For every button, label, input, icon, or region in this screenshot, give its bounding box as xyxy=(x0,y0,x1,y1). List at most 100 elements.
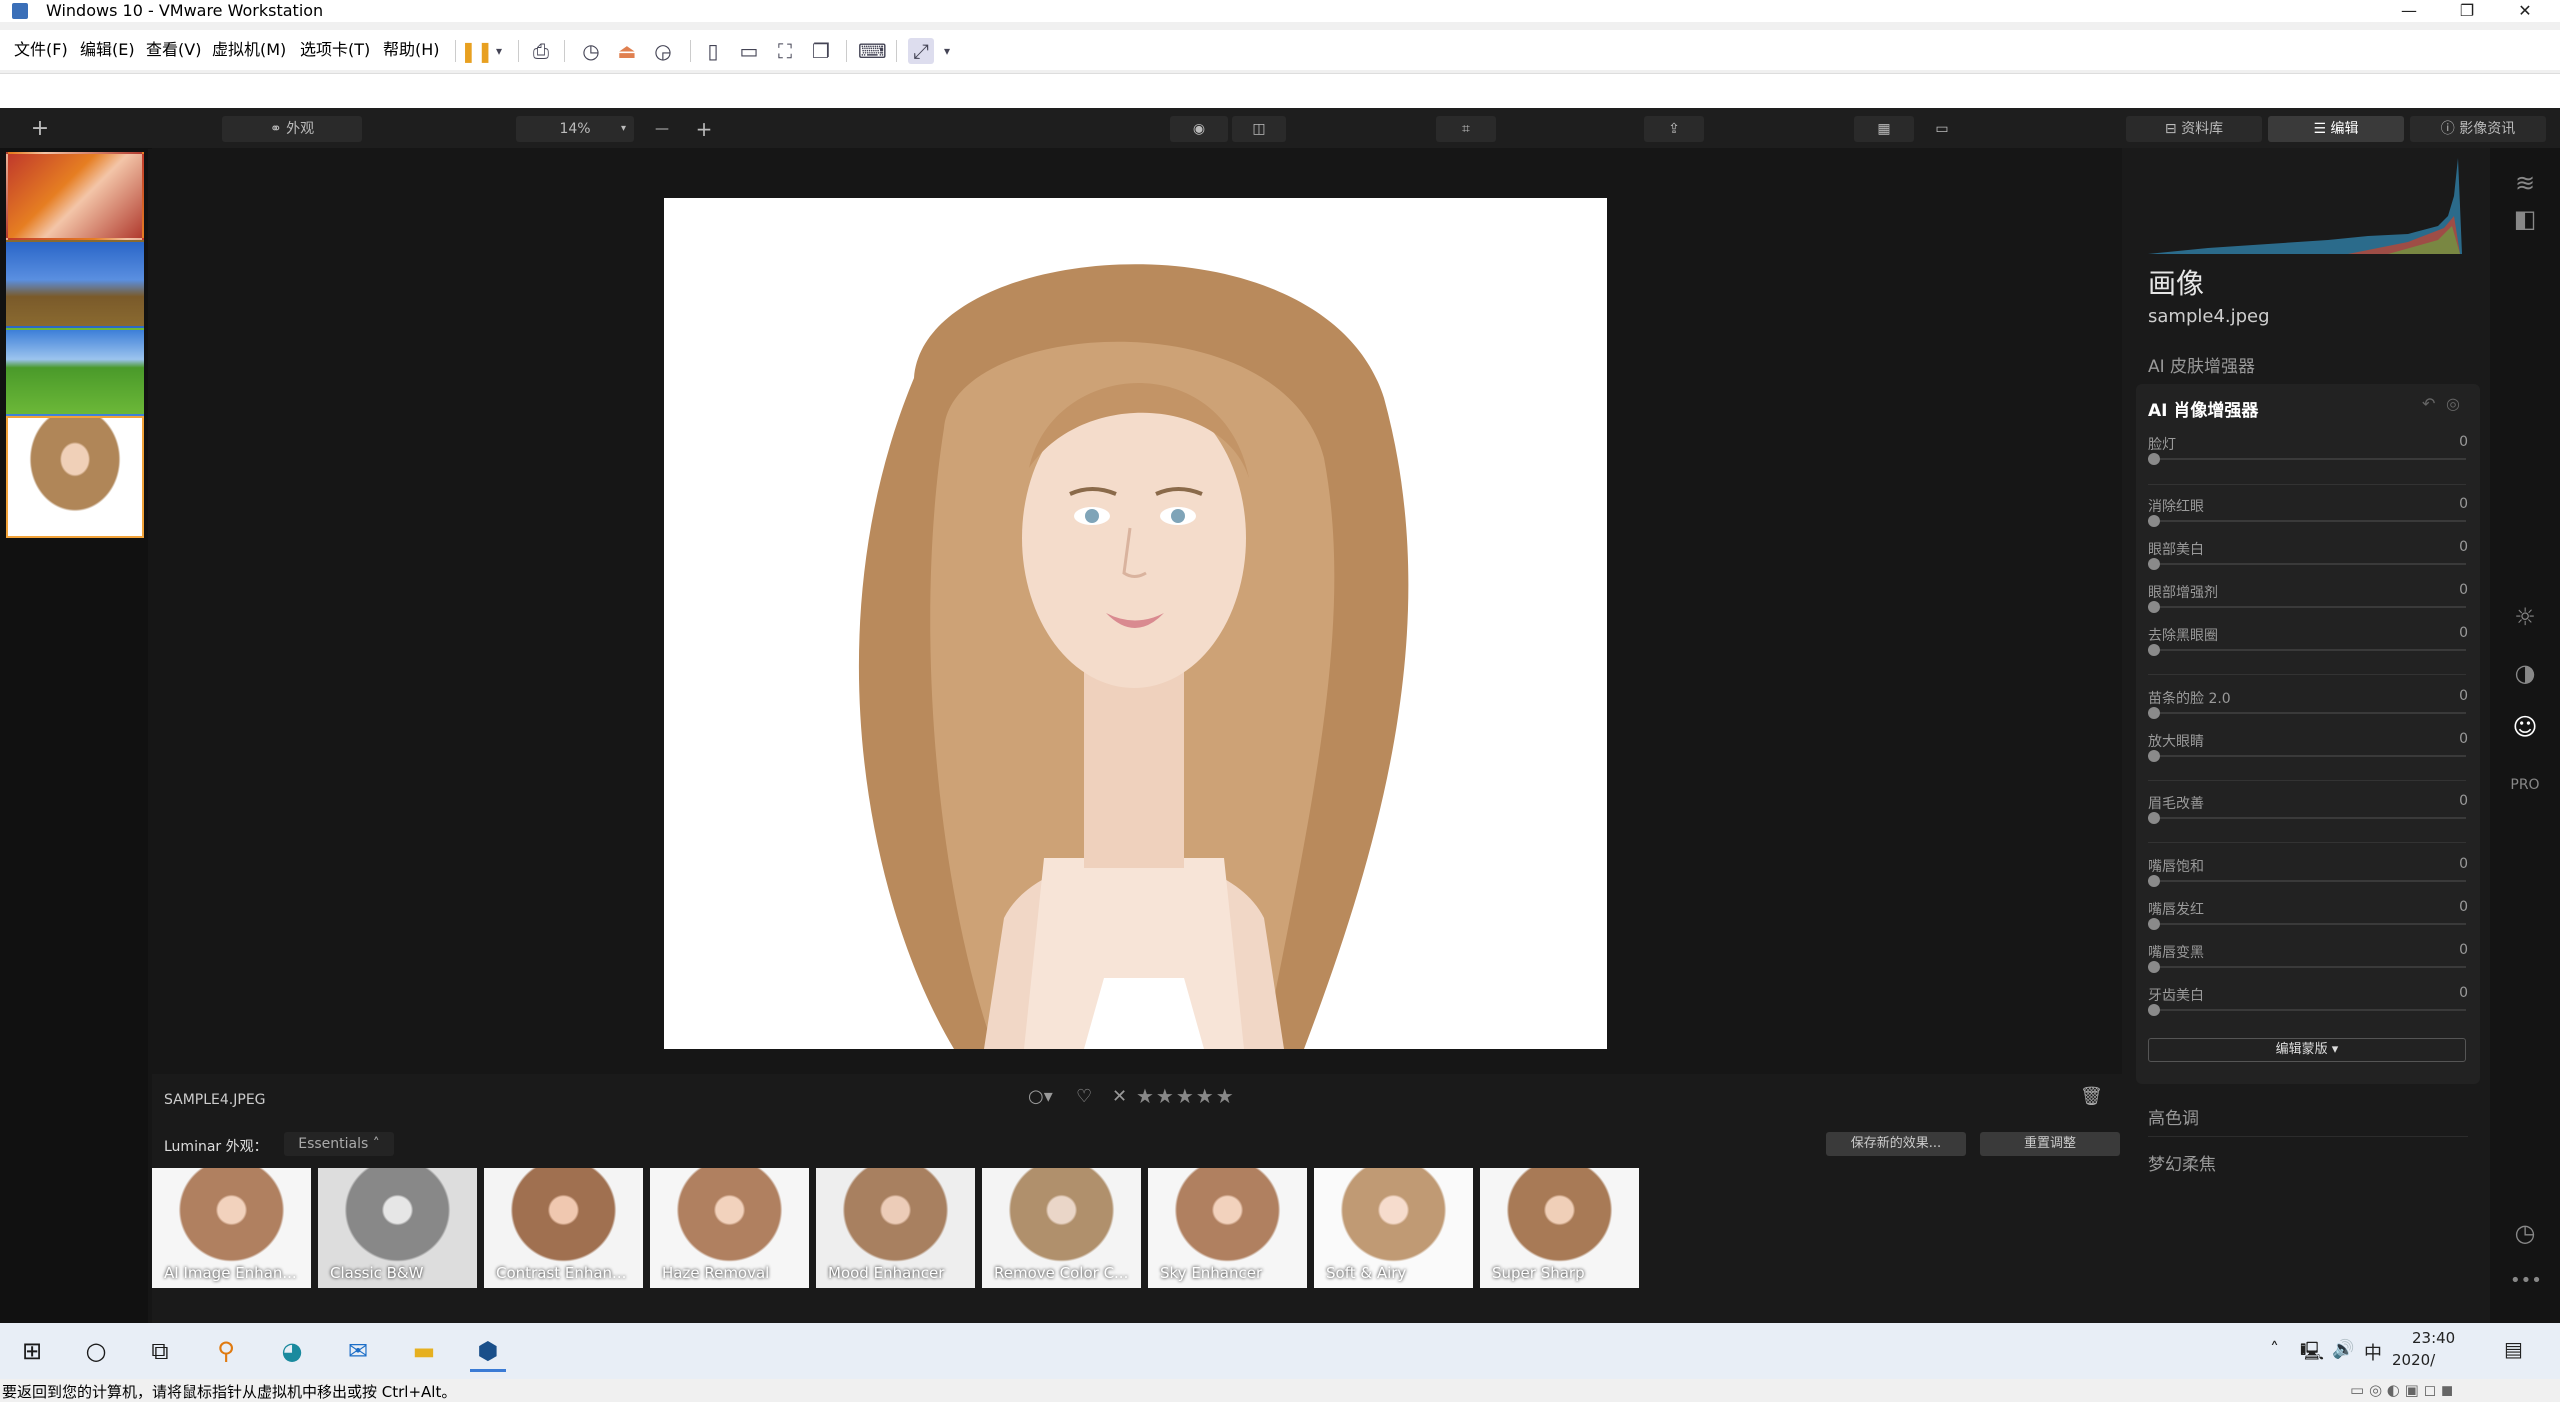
compare-button[interactable]: ◫ xyxy=(1232,116,1286,142)
look-preset-2[interactable]: Classic B&W xyxy=(318,1168,477,1288)
tool-dreamy[interactable]: 梦幻柔焦 xyxy=(2148,1150,2216,1175)
slider-knob[interactable] xyxy=(2148,453,2160,465)
menu-tabs[interactable]: 选项卡(T) xyxy=(300,40,370,60)
look-preset-4[interactable]: Haze Removal xyxy=(650,1168,809,1288)
slider-knob[interactable] xyxy=(2148,1004,2160,1016)
slider-dark-circles[interactable]: 去除黑眼圈 0 xyxy=(2148,625,2468,665)
slider-knob[interactable] xyxy=(2148,812,2160,824)
zoom-out-button[interactable]: — xyxy=(644,116,680,142)
undo-icon[interactable]: ↶ xyxy=(2422,394,2435,413)
look-preset-8[interactable]: Soft & Airy xyxy=(1314,1168,1473,1288)
console-icon[interactable]: ⌨ xyxy=(858,38,887,64)
look-preset-9[interactable]: Super Sharp xyxy=(1480,1168,1639,1288)
layers-icon[interactable]: ≋ xyxy=(2510,168,2540,198)
menu-view[interactable]: 查看(V) xyxy=(146,40,201,60)
preview-eye-button[interactable]: ◉ xyxy=(1170,116,1228,142)
slider-face-light[interactable]: 脸灯 0 xyxy=(2148,434,2468,474)
slider-knob[interactable] xyxy=(2148,601,2160,613)
notification-icon[interactable]: ▤ xyxy=(2504,1337,2523,1361)
slider-red-eye[interactable]: 消除红眼 0 xyxy=(2148,496,2468,536)
thumbnail-4-selected[interactable] xyxy=(6,416,144,538)
look-preset-6[interactable]: Remove Color C... xyxy=(982,1168,1141,1288)
pause-icon[interactable]: ❚❚ xyxy=(460,38,494,64)
tool-high-key[interactable]: 高色调 xyxy=(2148,1104,2199,1129)
pro-icon[interactable]: PRO xyxy=(2510,770,2540,800)
slider-eye-whitening[interactable]: 眼部美白 0 xyxy=(2148,539,2468,579)
look-preset-3[interactable]: Contrast Enhan... xyxy=(484,1168,643,1288)
search-app-icon[interactable]: ⚲ xyxy=(208,1333,244,1369)
menu-edit[interactable]: 编辑(E) xyxy=(80,40,135,60)
slider-lips-saturation[interactable]: 嘴唇饱和 0 xyxy=(2148,856,2468,896)
menu-help[interactable]: 帮助(H) xyxy=(383,40,440,60)
tab-edit[interactable]: ☰ 编辑 xyxy=(2268,116,2404,142)
more-options-icon[interactable]: ••• xyxy=(2510,1266,2542,1296)
tool-ai-skin-enhancer[interactable]: AI 皮肤增强器 xyxy=(2148,352,2255,377)
chevron-down-icon[interactable]: ▾ xyxy=(486,38,512,64)
slider-knob[interactable] xyxy=(2148,961,2160,973)
looks-category-dropdown[interactable]: Essentials ˄ xyxy=(284,1132,394,1156)
history-clock-icon[interactable]: ◷ xyxy=(2510,1218,2540,1248)
revert-snapshot-icon[interactable]: ⏏ xyxy=(614,38,640,64)
add-images-button[interactable]: + xyxy=(20,116,60,142)
looks-button[interactable]: ⚭ 外观 xyxy=(222,116,362,142)
eye-icon[interactable]: ◎ xyxy=(2446,394,2460,413)
slider-teeth-whitening[interactable]: 牙齿美白 0 xyxy=(2148,985,2468,1025)
slider-eyebrows[interactable]: 眉毛改善 0 xyxy=(2148,793,2468,833)
creative-palette-icon[interactable]: ◑ xyxy=(2510,658,2540,688)
trash-icon[interactable]: 🗑 xyxy=(2080,1086,2103,1107)
network-icon[interactable]: 🖳 xyxy=(2300,1339,2324,1369)
grid-view-button[interactable]: ▦ xyxy=(1854,116,1914,142)
thumbnail-2[interactable] xyxy=(6,240,144,328)
zoom-in-button[interactable]: + xyxy=(686,116,722,142)
save-look-button[interactable]: 保存新的效果... xyxy=(1826,1132,1966,1156)
slider-knob[interactable] xyxy=(2148,515,2160,527)
maximize-button[interactable]: ❐ xyxy=(2444,0,2490,22)
search-icon[interactable]: ○ xyxy=(78,1333,114,1369)
single-view-button[interactable]: ▭ xyxy=(1914,116,1970,142)
tab-library[interactable]: ⊟ 资料库 xyxy=(2126,116,2262,142)
look-preset-1[interactable]: AI Image Enhan... xyxy=(152,1168,311,1288)
star-rating[interactable]: ★★★★★ xyxy=(1136,1084,1236,1108)
slider-eye-enhancer[interactable]: 眼部增强剂 0 xyxy=(2148,582,2468,622)
thumbnail-1[interactable] xyxy=(6,152,144,240)
stretch-icon[interactable]: ⤢ xyxy=(908,38,934,64)
portrait-photo[interactable] xyxy=(664,198,1607,1049)
zoom-select[interactable]: 14% ▾ xyxy=(516,116,634,142)
label-circle-icon[interactable]: ○▾ xyxy=(1028,1086,1053,1107)
fullscreen-icon[interactable]: ⛶ xyxy=(772,38,798,64)
canvas-icon[interactable]: ◧ xyxy=(2510,204,2540,234)
thumbnail-3[interactable] xyxy=(6,328,144,416)
windows-start-icon[interactable]: ⊞ xyxy=(14,1333,50,1369)
send-ctrl-alt-del-icon[interactable]: ⎙ xyxy=(528,38,554,64)
slider-enlarge-eyes[interactable]: 放大眼睛 0 xyxy=(2148,731,2468,771)
close-button[interactable]: ✕ xyxy=(2502,0,2548,22)
menu-vm[interactable]: 虚拟机(M) xyxy=(212,40,286,60)
slider-knob[interactable] xyxy=(2148,644,2160,656)
slider-knob[interactable] xyxy=(2148,918,2160,930)
share-button[interactable]: ⇪ xyxy=(1644,116,1704,142)
chevron-down-icon[interactable]: ▾ xyxy=(934,38,960,64)
snapshot-icon[interactable]: ◷ xyxy=(578,38,604,64)
slider-knob[interactable] xyxy=(2148,558,2160,570)
look-preset-7[interactable]: Sky Enhancer xyxy=(1148,1168,1307,1288)
reject-x-icon[interactable]: ✕ xyxy=(1112,1086,1127,1107)
clock-date[interactable]: 2020/ xyxy=(2392,1351,2435,1369)
file-explorer-icon[interactable]: ▬ xyxy=(406,1333,442,1369)
mail-icon[interactable]: ✉ xyxy=(340,1333,376,1369)
luminar-app-icon[interactable]: ⬢ xyxy=(470,1333,506,1372)
look-preset-5[interactable]: Mood Enhancer xyxy=(816,1168,975,1288)
thumbnail-bar-icon[interactable]: ▭ xyxy=(736,38,762,64)
device-status-icons[interactable]: ▭ ◎ ◐ ▣ ◻ ◼ xyxy=(2350,1381,2453,1399)
reset-adjustments-button[interactable]: 重置调整 xyxy=(1980,1132,2120,1156)
essentials-sun-icon[interactable]: ☼ xyxy=(2510,602,2540,632)
minimize-button[interactable]: — xyxy=(2386,0,2432,22)
portrait-face-icon[interactable]: ☺ xyxy=(2510,712,2540,742)
show-hidden-icons-icon[interactable]: ˄ xyxy=(2270,1339,2279,1360)
slider-knob[interactable] xyxy=(2148,750,2160,762)
image-canvas[interactable] xyxy=(152,148,2122,1074)
task-view-icon[interactable]: ⧉ xyxy=(142,1333,178,1369)
volume-icon[interactable]: 🔊 xyxy=(2332,1339,2354,1360)
heart-icon[interactable]: ♡ xyxy=(1076,1086,1092,1107)
slider-knob[interactable] xyxy=(2148,707,2160,719)
menu-file[interactable]: 文件(F) xyxy=(14,40,68,60)
